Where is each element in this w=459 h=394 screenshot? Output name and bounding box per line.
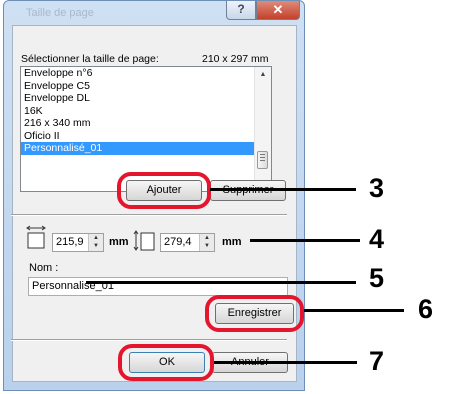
name-label: Nom : bbox=[29, 262, 59, 274]
spin-up-icon[interactable]: ▲ bbox=[89, 234, 103, 242]
name-input[interactable]: Personnalisé_01 bbox=[28, 277, 288, 296]
window-title: Taille de page bbox=[26, 7, 94, 19]
width-unit: mm bbox=[109, 236, 129, 248]
list-item[interactable]: Enveloppe C5 bbox=[21, 80, 271, 93]
width-spinner[interactable]: 215,9 ▲ ▼ bbox=[52, 233, 104, 252]
scroll-thumb[interactable] bbox=[257, 151, 268, 169]
close-button[interactable]: ✕ bbox=[256, 1, 300, 20]
height-spinner[interactable]: 279,4 ▲ ▼ bbox=[160, 233, 215, 252]
callout-5: 5 bbox=[369, 263, 385, 293]
list-item[interactable]: Oficio II bbox=[21, 130, 271, 143]
ok-button-highlight bbox=[118, 344, 214, 381]
callout-3: 3 bbox=[369, 173, 385, 203]
save-button-highlight bbox=[205, 295, 304, 332]
list-scrollbar[interactable]: ▲ ▼ bbox=[254, 67, 271, 191]
callout-line-3 bbox=[210, 188, 356, 191]
page-size-label: Sélectionner la taille de page: bbox=[21, 53, 159, 65]
height-unit: mm bbox=[222, 236, 242, 248]
height-value: 279,4 bbox=[164, 236, 192, 248]
list-item[interactable]: 16K bbox=[21, 105, 271, 118]
page-size-value: 210 x 297 mm bbox=[202, 53, 269, 65]
spin-up-icon[interactable]: ▲ bbox=[200, 234, 214, 242]
callout-line-6 bbox=[304, 309, 404, 312]
spin-down-icon[interactable]: ▼ bbox=[200, 242, 214, 250]
width-icon bbox=[26, 225, 46, 249]
close-icon: ✕ bbox=[272, 2, 284, 17]
scroll-up-icon[interactable]: ▲ bbox=[255, 71, 271, 78]
callout-line-4 bbox=[250, 239, 360, 242]
add-button-highlight bbox=[117, 172, 211, 209]
callout-4: 4 bbox=[369, 224, 385, 254]
list-item[interactable]: 216 x 340 mm bbox=[21, 117, 271, 130]
height-icon bbox=[133, 230, 155, 251]
callout-6: 6 bbox=[418, 294, 434, 324]
list-item[interactable]: Enveloppe DL bbox=[21, 92, 271, 105]
separator bbox=[11, 214, 287, 216]
callout-7: 7 bbox=[369, 346, 385, 376]
help-button[interactable]: ? bbox=[226, 1, 256, 20]
spin-down-icon[interactable]: ▼ bbox=[89, 242, 103, 250]
help-icon: ? bbox=[237, 2, 245, 16]
callout-line-5 bbox=[86, 281, 356, 284]
list-item[interactable]: Enveloppe n°6 bbox=[21, 67, 271, 80]
callout-line-7 bbox=[214, 361, 357, 364]
separator bbox=[11, 339, 287, 341]
width-value: 215,9 bbox=[56, 236, 84, 248]
list-item-selected[interactable]: Personnalisé_01 bbox=[21, 142, 259, 155]
